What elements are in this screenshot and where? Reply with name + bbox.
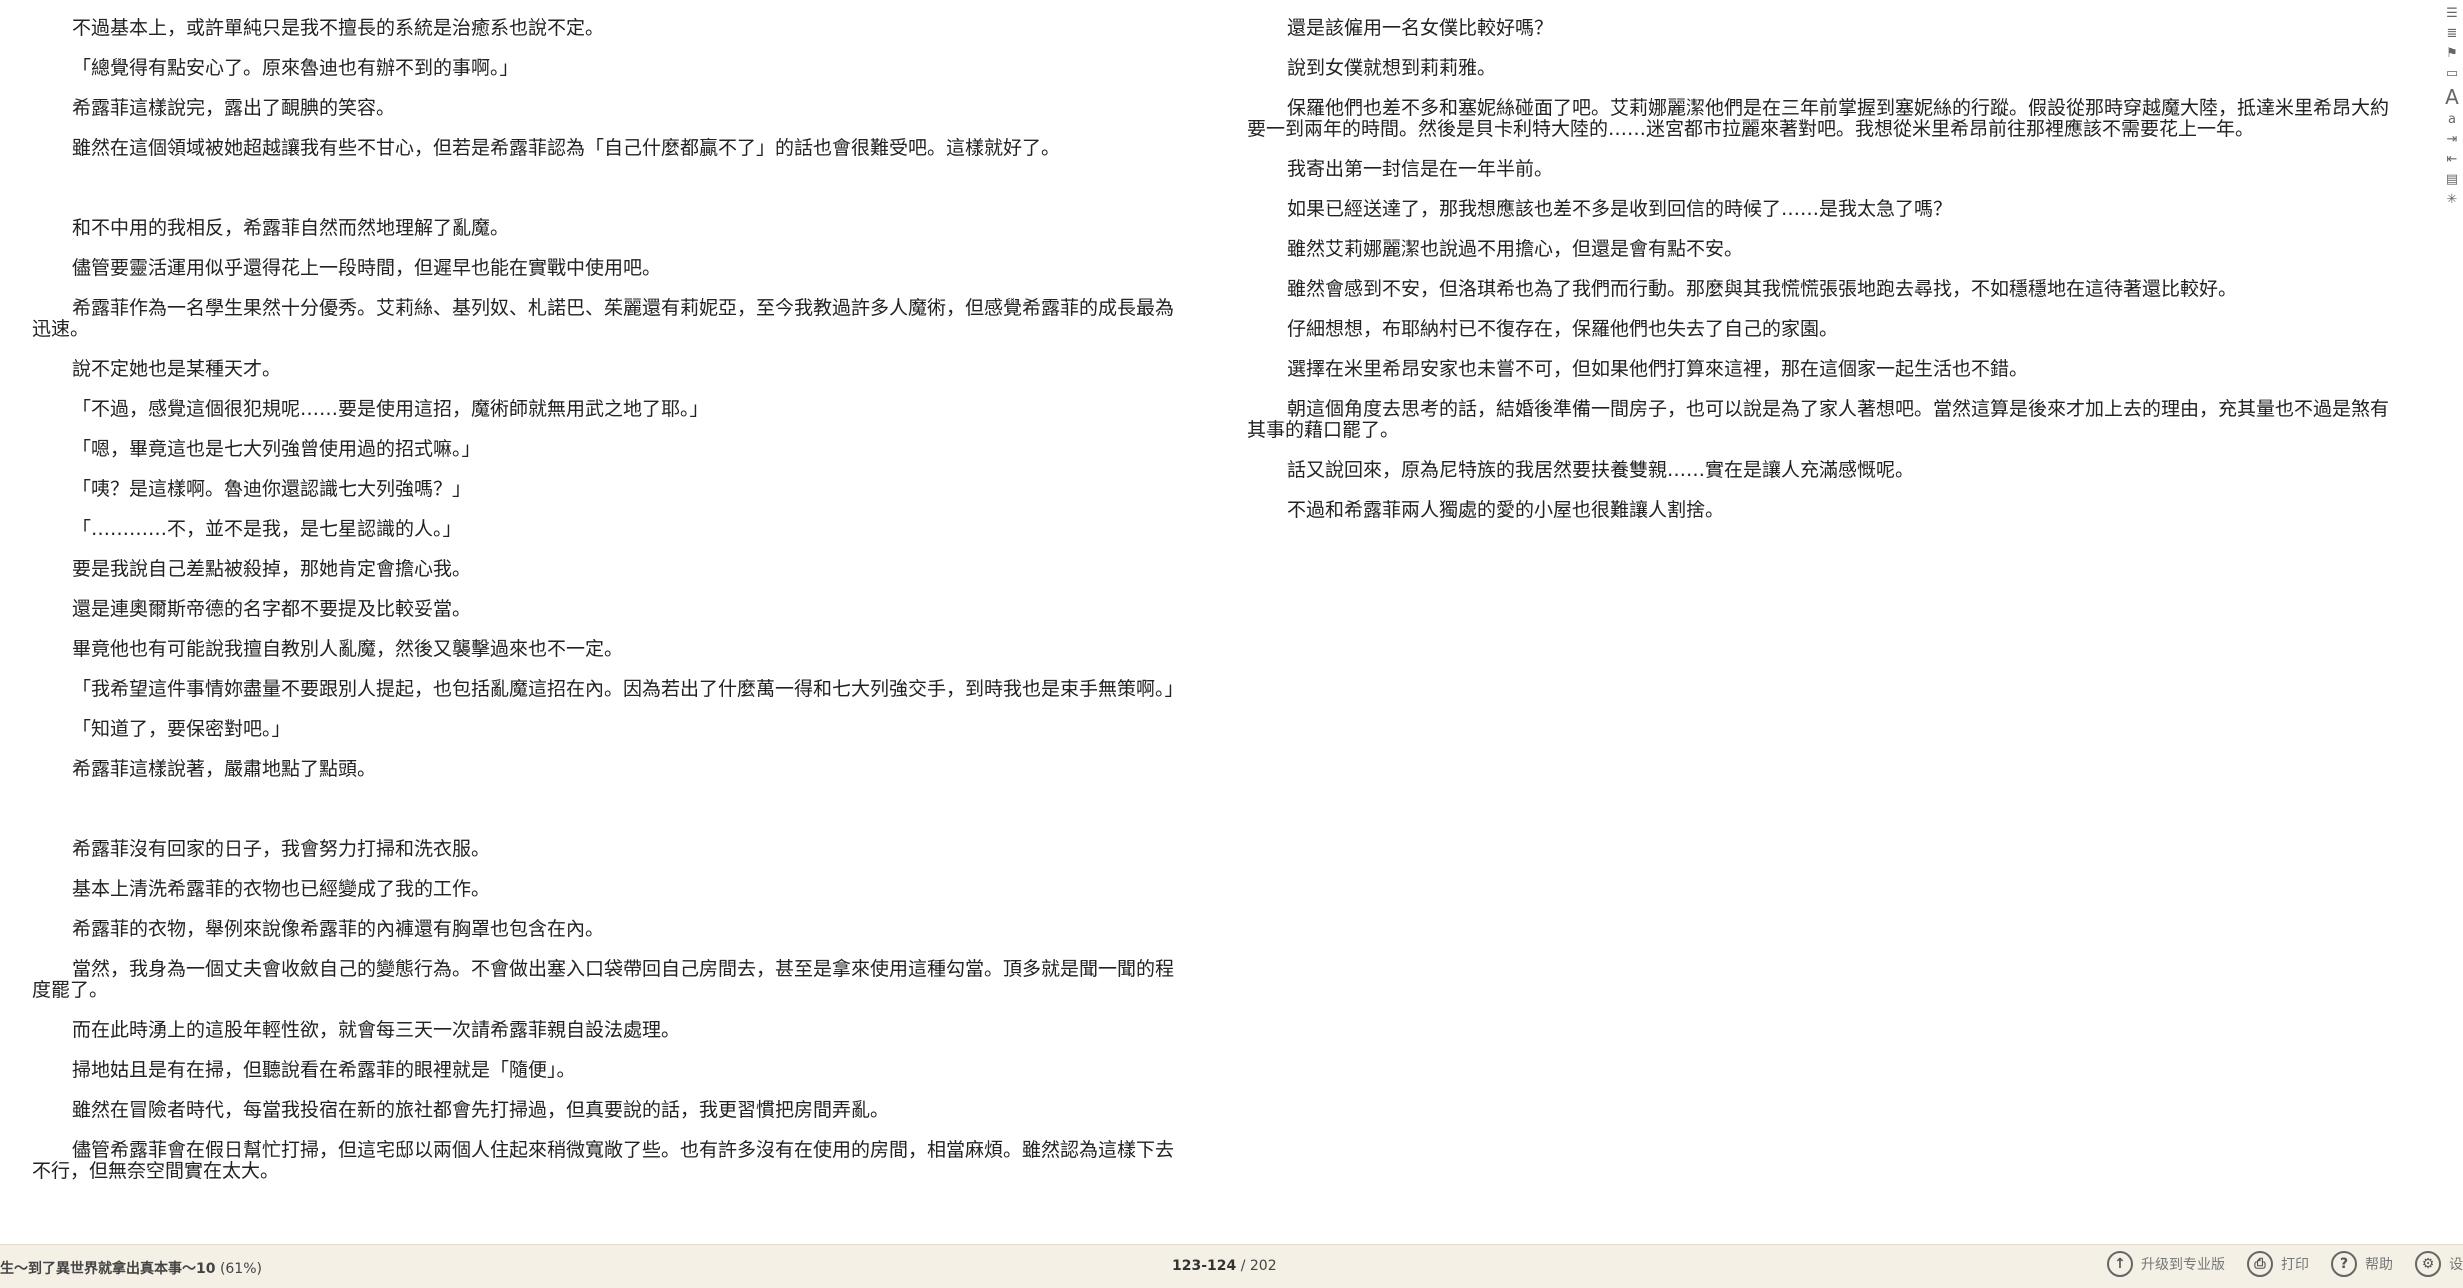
- paragraph: 而在此時湧上的這股年輕性欲，就會每三天一次請希露菲親自設法處理。: [72, 1019, 681, 1041]
- font-decrease-icon[interactable]: a: [2444, 112, 2460, 128]
- upgrade-button[interactable]: ↑ 升级到专业版: [2107, 1251, 2225, 1277]
- paragraph: 當然，我身為一個丈夫會收斂自己的變態行為。不會做出塞入口袋帶回自己房間去，甚至是…: [32, 958, 1175, 1001]
- bookmark-icon[interactable]: ⚑: [2444, 46, 2460, 62]
- paragraph: 希露菲這樣說著，嚴肅地點了點頭。: [72, 758, 377, 780]
- reading-progress: (61%): [219, 1261, 262, 1277]
- paragraph: 我寄出第一封信是在一年半前。: [1287, 158, 1554, 180]
- paragraph: 還是該僱用一名女僕比較好嗎？: [1287, 17, 1554, 39]
- paragraph: 「知道了，要保密對吧。」: [72, 718, 291, 740]
- settings-button[interactable]: ⚙ 设: [2415, 1251, 2463, 1277]
- paragraph: 不過和希露菲兩人獨處的愛的小屋也很難讓人割捨。: [1287, 499, 1725, 521]
- paragraph: 雖然艾莉娜麗潔也說過不用擔心，但還是會有點不安。: [1287, 238, 1744, 260]
- paragraph: 還是連奧爾斯帝德的名字都不要提及比較妥當。: [72, 598, 472, 620]
- outdent-icon[interactable]: ⇤: [2444, 152, 2460, 168]
- paragraph: 希露菲的衣物，舉例來說像希露菲的內褲還有胸罩也包含在內。: [72, 918, 605, 940]
- paragraph: 「不過，感覺這個很犯規呢……要是使用這招，魔術師就無用武之地了耶。」: [72, 398, 709, 420]
- paragraph: 「…………不，並不是我，是七星認識的人。」: [72, 518, 462, 540]
- help-label: 帮助: [2365, 1257, 2393, 1273]
- paragraph: 選擇在米里希昂安家也未嘗不可，但如果他們打算來這裡，那在這個家一起生活也不錯。: [1287, 358, 2029, 380]
- status-bar: 生～到了異世界就拿出真本事～10 (61%) 123-124 / 202 ↑ 升…: [0, 1244, 2463, 1288]
- paragraph: 希露菲這樣說完，露出了靦腆的笑容。: [72, 97, 396, 119]
- paragraph: 雖然在冒險者時代，每當我投宿在新的旅社都會先打掃過，但真要說的話，我更習慣把房間…: [72, 1099, 890, 1121]
- page-indicator: 123-124 / 202: [1172, 1258, 1277, 1274]
- arrow-up-circle-icon: ↑: [2107, 1251, 2133, 1277]
- total-pages: / 202: [1240, 1258, 1277, 1274]
- right-page: 還是該僱用一名女僕比較好嗎？ 說到女僕就想到莉莉雅。保羅他們也差不多和塞妮絲碰面了…: [1247, 0, 2397, 1245]
- font-increase-icon[interactable]: A: [2444, 86, 2460, 108]
- paragraph: 儘管希露菲會在假日幫忙打掃，但這宅邸以兩個人住起來稍微寬敞了些。也有許多沒有在使…: [32, 1139, 1175, 1182]
- paragraph: 說不定她也是某種天才。: [72, 358, 282, 380]
- paragraph: 「總覺得有點安心了。原來魯迪也有辦不到的事啊。」: [72, 57, 519, 79]
- paragraph: 「嗯，畢竟這也是七大列強曾使用過的招式嘛。」: [72, 438, 481, 460]
- paragraph: 朝這個角度去思考的話，結婚後準備一間房子，也可以說是為了家人著想吧。當然這算是後…: [1247, 398, 2390, 441]
- list-icon[interactable]: ☰: [2444, 6, 2460, 22]
- current-pages: 123-124: [1172, 1258, 1237, 1274]
- indent-icon[interactable]: ⇥: [2444, 132, 2460, 148]
- paragraph: 儘管要靈活運用似乎還得花上一段時間，但遲早也能在實戰中使用吧。: [72, 257, 662, 279]
- paragraph: 希露菲作為一名學生果然十分優秀。艾莉絲、基列奴、札諾巴、茱麗還有莉妮亞，至今我教…: [32, 297, 1175, 340]
- comment-icon[interactable]: ▭: [2444, 66, 2460, 82]
- paragraph: 掃地姑且是有在掃，但聽說看在希露菲的眼裡就是「隨便」。: [72, 1059, 576, 1081]
- section-break: [32, 799, 1182, 839]
- status-actions: ↑ 升级到专业版 ⎙ 打印 ? 帮助 ⚙ 设: [2107, 1251, 2463, 1277]
- paragraph: 保羅他們也差不多和塞妮絲碰面了吧。艾莉娜麗潔他們是在三年前掌握到塞妮絲的行蹤。假…: [1247, 97, 2390, 140]
- print-button[interactable]: ⎙ 打印: [2247, 1251, 2309, 1277]
- paragraph: 「咦？是這樣啊。魯迪你還認識七大列強嗎？」: [72, 478, 472, 500]
- print-label: 打印: [2281, 1257, 2309, 1273]
- bookmark-list-icon[interactable]: ≣: [2444, 26, 2460, 42]
- side-toolbar: ☰ ≣ ⚑ ▭ A a ⇥ ⇤ ▤ ✳: [2441, 0, 2463, 236]
- paragraph: 不過基本上，或許單純只是我不擅長的系統是治癒系也說不定。: [72, 17, 605, 39]
- paragraph: 要是我說自己差點被殺掉，那她肯定會擔心我。: [72, 558, 472, 580]
- help-button[interactable]: ? 帮助: [2331, 1251, 2393, 1277]
- gear-icon: ⚙: [2415, 1251, 2441, 1277]
- paragraph: 話又說回來，原為尼特族的我居然要扶養雙親……實在是讓人充滿感慨呢。: [1287, 459, 1915, 481]
- paragraph: 如果已經送達了，那我想應該也差不多是收到回信的時候了……是我太急了嗎？: [1287, 198, 1953, 220]
- question-circle-icon: ?: [2331, 1251, 2357, 1277]
- paragraph: 仔細想想，布耶納村已不復存在，保羅他們也失去了自己的家園。: [1287, 318, 1839, 340]
- paragraph: 基本上清洗希露菲的衣物也已經變成了我的工作。: [72, 878, 491, 900]
- brightness-icon[interactable]: ✳: [2444, 192, 2460, 208]
- paragraph: 說到女僕就想到莉莉雅。: [1287, 57, 1497, 79]
- paragraph: 雖然會感到不安，但洛琪希也為了我們而行動。那麼與其我慌慌張張地跑去尋找，不如穩穩…: [1287, 278, 2238, 300]
- printer-icon: ⎙: [2247, 1251, 2273, 1277]
- section-break: [32, 178, 1182, 218]
- book-title: 生～到了異世界就拿出真本事～10 (61%): [0, 1258, 262, 1278]
- note-icon[interactable]: ▤: [2444, 172, 2460, 188]
- paragraph: 和不中用的我相反，希露菲自然而然地理解了亂魔。: [72, 217, 510, 239]
- paragraph: 希露菲沒有回家的日子，我會努力打掃和洗衣服。: [72, 838, 491, 860]
- paragraph: 雖然在這個領域被她超越讓我有些不甘心，但若是希露菲認為「自己什麼都贏不了」的話也…: [72, 137, 1061, 159]
- paragraph: 畢竟他也有可能說我擅自教別人亂魔，然後又襲擊過來也不一定。: [72, 638, 624, 660]
- settings-label: 设: [2449, 1257, 2463, 1273]
- upgrade-label: 升级到专业版: [2141, 1257, 2225, 1273]
- book-title-text: 生～到了異世界就拿出真本事～10: [0, 1261, 216, 1277]
- paragraph: 「我希望這件事情妳盡量不要跟別人提起，也包括亂魔這招在內。因為若出了什麼萬一得和…: [72, 678, 1184, 700]
- left-page: 不過基本上，或許單純只是我不擅長的系統是治癒系也說不定。 「總覺得有點安心了。原來…: [32, 0, 1184, 1245]
